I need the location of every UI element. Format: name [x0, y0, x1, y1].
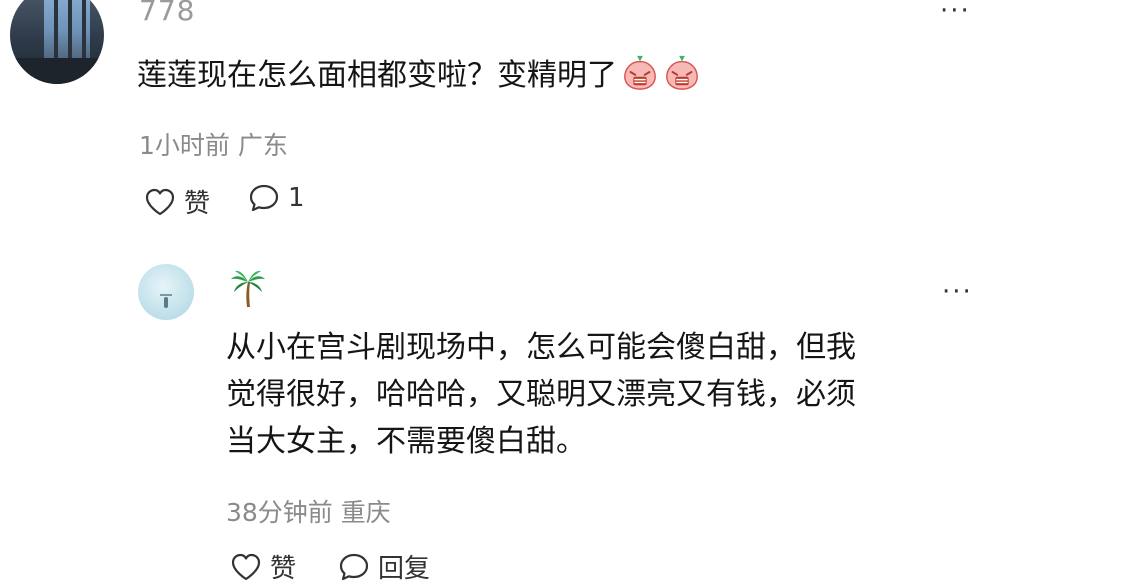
timestamp: 38分钟前 — [226, 498, 333, 527]
reply-button[interactable]: 1 — [248, 183, 305, 213]
username[interactable]: 778 — [139, 0, 195, 27]
comment-body: 莲莲现在怎么面相都变啦？变精明了 — [137, 58, 617, 93]
reply-text: 从小在宫斗剧现场中，怎么可能会傻白甜，但我 觉得很好，哈哈哈，又聪明又漂亮又有钱… — [226, 324, 986, 465]
reply-button[interactable]: 回复 — [338, 548, 430, 585]
avatar[interactable] — [10, 0, 104, 84]
laughing-crying-face-icon — [624, 55, 656, 90]
reply-line: 当大女主，不需要傻白甜。 — [226, 424, 586, 459]
reply-meta: 38分钟前 重庆 — [226, 493, 391, 529]
like-label: 赞 — [270, 554, 297, 584]
comment-bubble-icon — [249, 184, 279, 212]
reply-line: 觉得很好，哈哈哈，又聪明又漂亮又有钱，必须 — [226, 377, 856, 412]
reply-line: 从小在宫斗剧现场中，怎么可能会傻白甜，但我 — [226, 330, 856, 365]
reply-label: 回复 — [378, 554, 431, 584]
palm-tree-icon[interactable] — [229, 268, 267, 308]
more-options-icon[interactable]: ··· — [940, 0, 971, 24]
comment-meta: 1小时前 广东 — [139, 126, 288, 162]
location: 广东 — [237, 131, 288, 160]
reply-avatar[interactable] — [138, 264, 194, 320]
laughing-crying-face-icon — [666, 55, 698, 90]
reply-count: 1 — [288, 183, 305, 213]
more-options-icon[interactable]: ··· — [942, 279, 973, 305]
like-label: 赞 — [184, 189, 211, 219]
like-button[interactable]: 赞 — [230, 548, 296, 585]
like-button[interactable]: 赞 — [144, 183, 210, 220]
heart-icon — [231, 553, 261, 580]
location: 重庆 — [340, 498, 391, 527]
heart-icon — [145, 188, 175, 215]
timestamp: 1小时前 — [139, 131, 230, 160]
comment-bubble-icon — [339, 553, 369, 580]
comment-text: 莲莲现在怎么面相都变啦？变精明了 — [137, 53, 701, 98]
